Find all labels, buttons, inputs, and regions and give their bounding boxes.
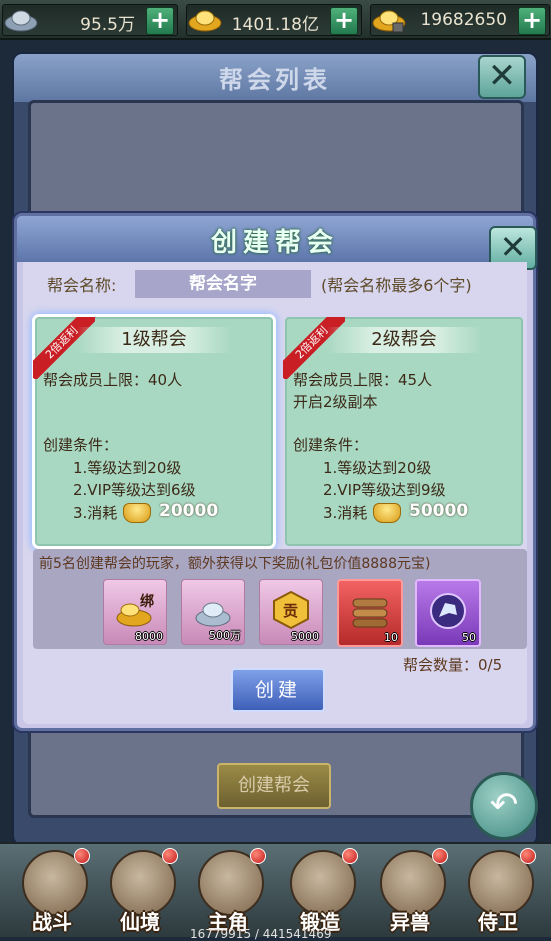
cost-value: 20000 bbox=[159, 501, 219, 521]
bound-gold-pile-icon: 绑 bbox=[116, 593, 154, 627]
notification-dot bbox=[250, 848, 266, 864]
locked-gold-ingot-icon bbox=[372, 10, 406, 33]
currency-locked-gold: 19682650 + bbox=[370, 4, 550, 36]
nav-label: 侍卫 bbox=[478, 910, 518, 934]
nav-forge[interactable]: 锻造 bbox=[280, 846, 360, 936]
add-gold-button[interactable]: + bbox=[330, 7, 358, 35]
reward-item-silver[interactable]: 500万 bbox=[181, 579, 245, 645]
cost-value: 50000 bbox=[409, 501, 469, 521]
gold-value: 1401.18亿 bbox=[231, 15, 319, 35]
reward-panel: 前5名创建帮会的玩家，额外获得以下奖励(礼包价值8888元宝) 绑 8000 5… bbox=[33, 549, 527, 649]
condition-vip: 2.VIP等级达到6级 bbox=[73, 481, 196, 499]
gold-ingot-icon bbox=[188, 10, 222, 32]
condition-cost-label: 3.消耗 bbox=[73, 504, 118, 522]
member-limit: 帮会成员上限：45人 bbox=[293, 371, 433, 389]
add-locked-gold-button[interactable]: + bbox=[518, 7, 546, 35]
nav-label: 战斗 bbox=[32, 910, 72, 934]
reward-description: 前5名创建帮会的玩家，额外获得以下奖励(礼包价值8888元宝) bbox=[39, 556, 431, 572]
nav-fairyland[interactable]: 仙境 bbox=[100, 846, 180, 936]
reward-count: 50 bbox=[462, 631, 476, 644]
purple-horse-orb-icon bbox=[430, 593, 466, 629]
level2-guild-option[interactable]: 2倍返利 2级帮会 帮会成员上限：45人 开启2级副本 创建条件： 1.等级达到… bbox=[283, 317, 523, 546]
add-silver-button[interactable]: + bbox=[146, 7, 174, 35]
silver-value: 95.5万 bbox=[80, 15, 135, 35]
nav-battle[interactable]: 战斗 bbox=[12, 846, 92, 936]
reward-item-bound-gold[interactable]: 绑 8000 bbox=[103, 579, 167, 645]
silver-pile-icon bbox=[195, 602, 231, 627]
nav-label: 仙境 bbox=[120, 910, 160, 934]
notification-dot bbox=[520, 848, 536, 864]
guild-name-hint: (帮会名称最多6个字) bbox=[321, 276, 472, 295]
reward-count: 8000 bbox=[135, 630, 163, 643]
gold-ingot-icon bbox=[123, 503, 151, 523]
currency-gold: 1401.18亿 + bbox=[186, 4, 362, 36]
currency-silver: 95.5万 + bbox=[2, 4, 178, 36]
guild-count-text: 帮会数量：0/5 bbox=[403, 656, 503, 674]
locked-gold-value: 19682650 bbox=[420, 10, 507, 30]
reward-count: 5000 bbox=[291, 630, 319, 643]
guild-list-close-icon[interactable]: ✕ bbox=[478, 55, 526, 99]
silver-ingot-icon bbox=[4, 10, 38, 32]
notification-dot bbox=[342, 848, 358, 864]
level-title: 1级帮会 bbox=[77, 327, 231, 353]
nav-character[interactable]: 主角 bbox=[188, 846, 268, 936]
wood-logs-icon bbox=[352, 598, 388, 628]
guild-list-create-button[interactable]: 创建帮会 bbox=[217, 763, 331, 809]
svg-text:绑: 绑 bbox=[140, 593, 154, 610]
guild-name-label: 帮会名称: bbox=[47, 276, 117, 295]
notification-dot bbox=[162, 848, 178, 864]
bottom-overflow-text: 16779915 / 441541469 bbox=[190, 927, 332, 941]
bottom-nav: 战斗 仙境 主角 锻造 异兽 侍卫 bbox=[0, 842, 551, 937]
currency-bar: 95.5万 + 1401.18亿 + 19682650 + bbox=[0, 0, 551, 40]
guild-name-input[interactable]: 帮会名字 bbox=[135, 270, 311, 298]
member-limit: 帮会成员上限：40人 bbox=[43, 371, 183, 389]
notification-dot bbox=[74, 848, 90, 864]
conditions-header: 创建条件： bbox=[43, 436, 119, 454]
nav-label: 异兽 bbox=[390, 910, 430, 934]
back-arrow-icon[interactable]: ↶ bbox=[470, 772, 538, 840]
dialog-header: 创建帮会 bbox=[17, 216, 533, 262]
level1-guild-option[interactable]: 2倍返利 1级帮会 帮会成员上限：40人 创建条件： 1.等级达到20级 2.V… bbox=[33, 317, 273, 546]
conditions-header: 创建条件： bbox=[293, 436, 369, 454]
create-guild-dialog: 创建帮会 ✕ 帮会名称: 帮会名字 (帮会名称最多6个字) 2倍返利 1级帮会 … bbox=[14, 213, 537, 731]
condition-level: 1.等级达到20级 bbox=[73, 459, 182, 477]
notification-dot bbox=[432, 848, 448, 864]
guild-list-header: 帮会列表 bbox=[14, 54, 536, 102]
dialog-title: 创建帮会 bbox=[210, 228, 339, 258]
nav-guard[interactable]: 侍卫 bbox=[458, 846, 538, 936]
guild-list-title: 帮会列表 bbox=[219, 66, 331, 94]
dialog-body: 帮会名称: 帮会名字 (帮会名称最多6个字) 2倍返利 1级帮会 帮会成员上限：… bbox=[23, 262, 527, 724]
reward-count: 500万 bbox=[209, 629, 241, 642]
create-button[interactable]: 创建 bbox=[231, 668, 325, 712]
extra-feature: 开启2级副本 bbox=[293, 393, 378, 411]
gold-ingot-icon bbox=[373, 503, 401, 523]
condition-cost-label: 3.消耗 bbox=[323, 504, 368, 522]
reward-count: 10 bbox=[384, 631, 398, 644]
condition-level: 1.等级达到20级 bbox=[323, 459, 432, 477]
reward-item-wood[interactable]: 10 bbox=[337, 579, 403, 647]
reward-item-horse-orb[interactable]: 50 bbox=[415, 579, 481, 647]
level-title: 2级帮会 bbox=[327, 327, 481, 353]
nav-beast[interactable]: 异兽 bbox=[370, 846, 450, 936]
contribution-token-icon: 贡 bbox=[273, 590, 309, 630]
condition-vip: 2.VIP等级达到9级 bbox=[323, 481, 446, 499]
svg-text:贡: 贡 bbox=[283, 602, 298, 620]
reward-item-contribution[interactable]: 贡 5000 bbox=[259, 579, 323, 645]
